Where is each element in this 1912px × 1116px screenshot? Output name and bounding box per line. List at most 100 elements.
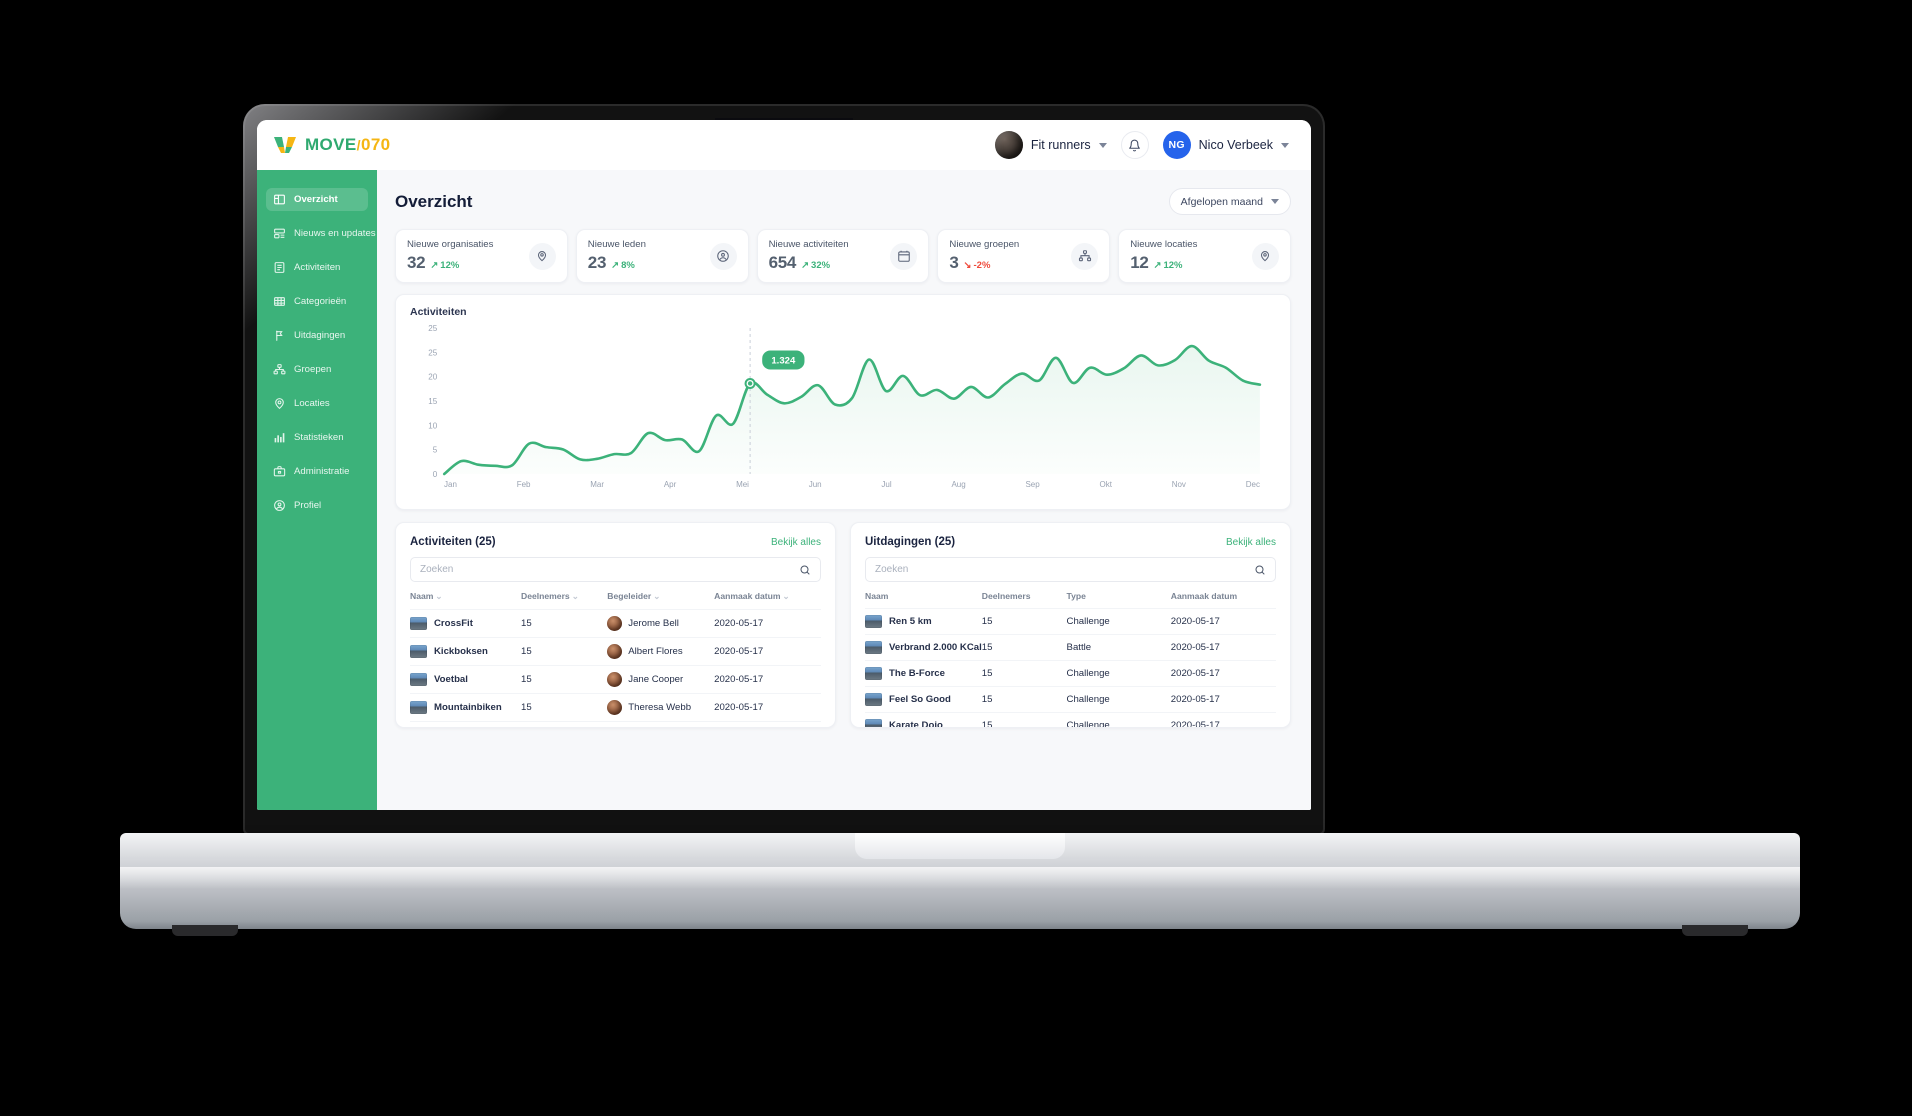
kpi-card-nieuwe-organisaties[interactable]: Nieuwe organisaties 32 ↗ 12% [395, 229, 568, 283]
created-date-cell: 2020-05-17 [1170, 686, 1276, 713]
kpi-delta-value: 12% [1163, 260, 1183, 271]
kpi-delta-badge: ↗ 8% [611, 260, 635, 271]
sidebar-item-activiteiten[interactable]: Activiteiten [266, 256, 368, 279]
y-tick: 0 [433, 470, 438, 479]
kpi-icon-wrap [1071, 242, 1099, 270]
column-header-deelnemers[interactable]: Deelnemers [982, 591, 1067, 609]
sidebar-item-overzicht[interactable]: Overzicht [266, 188, 368, 211]
column-header-aanmaak-datum[interactable]: Aanmaak datum [1171, 591, 1276, 609]
column-header-naam[interactable]: Naam ⌄ [410, 591, 521, 610]
panel-title: Activiteiten (25) [410, 536, 496, 548]
kpi-card-nieuwe-leden[interactable]: Nieuwe leden 23 ↗ 8% [575, 229, 749, 283]
table-row[interactable]: Verbrand 2.000 KCal 15 Battle 2020-05-17 [865, 634, 1276, 661]
table-row[interactable]: Kickboksen 15 Albert Flores 2020-05-17 [410, 637, 821, 666]
activity-name-cell: CrossFit [410, 609, 521, 638]
kpi-value: 12 [1130, 253, 1149, 272]
notifications-button[interactable] [1120, 131, 1149, 159]
table-row[interactable]: The B-Force 15 Challenge 2020-05-17 [865, 660, 1276, 687]
app-topbar: MOVE/070 Fit runners NG Nico Verbeek [257, 120, 1311, 170]
sidebar-item-label: Categorieën [294, 296, 347, 307]
sidebar-item-profiel[interactable]: Profiel [266, 494, 368, 517]
activities-panel: Activiteiten (25) Bekijk alles Zoeken Na… [395, 522, 836, 728]
activity-thumbnail-icon [410, 617, 427, 630]
y-tick: 20 [428, 373, 437, 382]
logo-word-move: MOVE [305, 135, 357, 154]
search-input[interactable] [875, 564, 1254, 575]
org-switcher[interactable]: Fit runners [994, 131, 1107, 159]
column-header-naam[interactable]: Naam [865, 591, 982, 609]
challenge-thumbnail-icon [865, 667, 882, 680]
view-all-link[interactable]: Bekijk alles [771, 537, 821, 548]
created-date-cell: 2020-05-17 [714, 637, 821, 666]
sidebar-item-groepen[interactable]: Groepen [266, 358, 368, 381]
panel-title: Uitdagingen (25) [865, 536, 956, 548]
table-row[interactable]: Mountainbiken 15 Jacob Jones 2020-05-17 [410, 721, 821, 727]
x-tick: Mei [736, 480, 749, 489]
sidebar-item-locaties[interactable]: Locaties [266, 392, 368, 415]
y-tick: 25 [428, 324, 437, 333]
location-badge-icon [1261, 251, 1270, 262]
y-tick: 5 [433, 446, 438, 455]
table-header-row: Naam Deelnemers Type Aanmaak datum [865, 591, 1276, 609]
activities-search-box[interactable] [410, 557, 821, 582]
sidebar-item-label: Activiteiten [294, 262, 341, 273]
column-header-aanmaak-datum[interactable]: Aanmaak datum ⌄ [714, 591, 821, 610]
laptop-foot-right [1682, 925, 1748, 936]
bar-chart-icon [274, 433, 285, 443]
kpi-delta-value: 8% [621, 260, 635, 271]
sidebar-item-statistieken[interactable]: Statistieken [266, 426, 368, 449]
sidebar-item-categorieen[interactable]: Categorieën [266, 290, 368, 313]
location-badge-icon [538, 251, 547, 262]
created-date-cell: 2020-05-17 [714, 609, 821, 638]
column-header-deelnemers[interactable]: Deelnemers ⌄ [521, 591, 607, 610]
list-document-icon [274, 262, 285, 273]
logo-word-070: 070 [360, 135, 391, 154]
column-header-type[interactable]: Type [1067, 591, 1171, 609]
calendar-icon [898, 250, 910, 262]
table-row[interactable]: Feel So Good 15 Challenge 2020-05-17 [865, 686, 1276, 713]
user-circle-icon [717, 250, 729, 262]
view-all-link[interactable]: Bekijk alles [1226, 537, 1276, 548]
search-icon[interactable] [1254, 564, 1266, 576]
table-row[interactable]: Voetbal 15 Jane Cooper 2020-05-17 [410, 665, 821, 694]
search-input[interactable] [420, 564, 799, 575]
main-content: Overzicht Afgelopen maand Nieuwe organis… [377, 170, 1311, 810]
column-header-begeleider[interactable]: Begeleider ⌄ [607, 591, 714, 610]
coach-cell: Jacob Jones [607, 721, 715, 727]
topbar-right-cluster: Fit runners NG Nico Verbeek [994, 131, 1289, 159]
kpi-card-nieuwe-locaties[interactable]: Nieuwe locaties 12 ↗ 12% [1118, 229, 1291, 283]
avatar [607, 644, 623, 659]
sidebar: Overzicht Nieuws en updates Activiteiten [257, 170, 377, 810]
challenge-thumbnail-icon [865, 693, 882, 706]
type-cell: Challenge [1066, 686, 1171, 713]
sidebar-item-label: Groepen [294, 364, 332, 375]
butterfly-wing-icon [274, 137, 296, 153]
app-logo[interactable]: MOVE/070 [273, 135, 391, 155]
table-row[interactable]: Karate Dojo 15 Challenge 2020-05-17 [865, 712, 1276, 727]
kpi-value: 654 [768, 253, 797, 272]
search-icon[interactable] [799, 564, 811, 576]
chart-plot-area[interactable]: 25 25 20 15 10 5 0 1.324 Jan Feb Mar Apr Mei Ju… [410, 320, 1276, 496]
created-date-cell: 2020-05-17 [714, 693, 821, 722]
panel-header: Uitdagingen (25) Bekijk alles [865, 536, 1276, 548]
challenges-search-box[interactable] [865, 557, 1276, 582]
kpi-value: 3 [949, 253, 959, 272]
kpi-icon-wrap [1251, 242, 1279, 270]
table-header-row: Naam ⌄ Deelnemers ⌄ Begeleider ⌄ Aanmaak da… [410, 591, 821, 610]
user-menu[interactable]: NG Nico Verbeek [1162, 131, 1289, 159]
table-row[interactable]: CrossFit 15 Jerome Bell 2020-05-17 [410, 609, 821, 638]
table-row[interactable]: Ren 5 km 15 Challenge 2020-05-17 [865, 608, 1276, 635]
laptop-lid: MOVE/070 Fit runners NG Nico Verbeek Ove… [243, 104, 1325, 835]
sidebar-item-administratie[interactable]: Administratie [266, 460, 368, 483]
sidebar-item-label: Profiel [294, 500, 322, 511]
kpi-card-nieuwe-activiteiten[interactable]: Nieuwe activiteiten 654 ↗ 32% [756, 229, 930, 283]
created-date-cell: 2020-05-17 [1170, 634, 1276, 661]
coach-cell: Theresa Webb [607, 693, 715, 722]
kpi-label: Nieuwe groepen [949, 239, 1020, 250]
sidebar-item-uitdagingen[interactable]: Uitdagingen [266, 324, 368, 347]
period-filter-dropdown[interactable]: Afgelopen maand [1168, 188, 1291, 215]
kpi-card-nieuwe-groepen[interactable]: Nieuwe groepen 3 ↘ -2% [937, 229, 1111, 283]
y-tick: 25 [428, 348, 437, 357]
table-row[interactable]: Mountainbiken 15 Theresa Webb 2020-05-17 [410, 693, 821, 722]
sidebar-item-nieuws-en-updates[interactable]: Nieuws en updates [266, 222, 376, 245]
